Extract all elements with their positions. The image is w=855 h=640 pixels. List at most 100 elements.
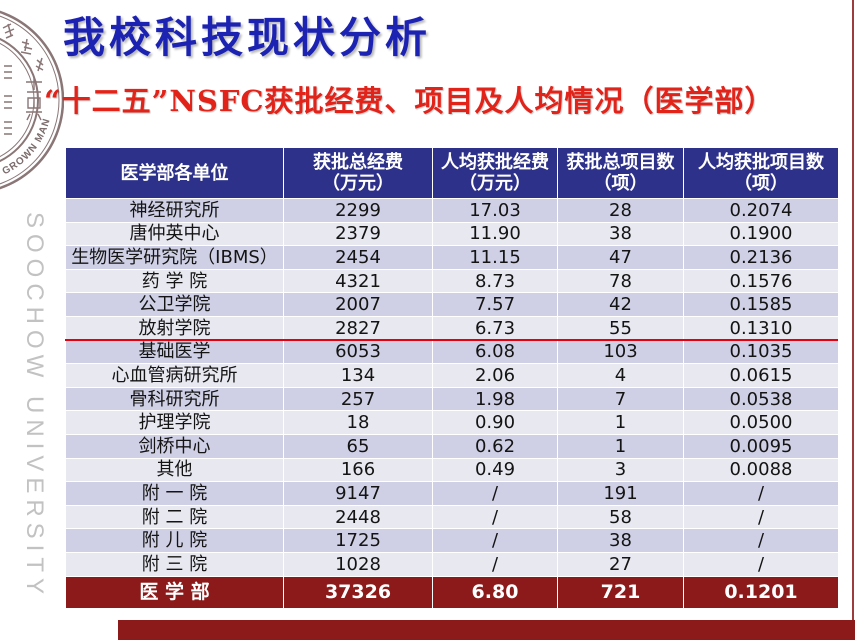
total-projects-cell: 3 bbox=[557, 457, 684, 483]
total-funding-cell: 9147 bbox=[283, 481, 433, 506]
table-row: 放射学院 2827 6.73 55 0.1310 bbox=[65, 315, 839, 341]
per-capita-funding-cell: 0.90 bbox=[432, 410, 558, 435]
per-capita-funding-cell: 11.15 bbox=[432, 245, 558, 270]
column-header-unit-label: （万元） bbox=[322, 173, 394, 194]
unit-name-cell: 其他 bbox=[65, 457, 284, 483]
per-capita-projects-cell: / bbox=[683, 551, 839, 577]
total-projects-cell: 27 bbox=[557, 551, 684, 577]
per-capita-projects-cell: 0.1576 bbox=[683, 268, 839, 294]
total-projects-cell: 55 bbox=[557, 315, 684, 341]
unit-name-cell: 公卫学院 bbox=[65, 292, 284, 317]
column-header-label: 人均获批项目数 bbox=[698, 152, 824, 173]
column-header-label: 人均获批经费 bbox=[441, 152, 549, 173]
table-row: 骨科研究所 257 1.98 7 0.0538 bbox=[65, 386, 839, 412]
per-capita-funding-cell: 6.08 bbox=[432, 339, 558, 365]
per-capita-funding-cell: 2.06 bbox=[432, 363, 558, 388]
total-funding-cell: 1725 bbox=[283, 528, 433, 553]
per-capita-funding-cell: / bbox=[432, 504, 558, 530]
total-projects-cell: 28 bbox=[557, 198, 684, 223]
column-header-unit-label: （项） bbox=[593, 173, 648, 194]
per-capita-funding-cell: / bbox=[432, 528, 558, 553]
total-projects-cell: 7 bbox=[557, 386, 684, 412]
unit-name-cell: 剑桥中心 bbox=[65, 433, 284, 459]
total-funding-cell: 257 bbox=[283, 386, 433, 412]
table-row: 心血管病研究所 134 2.06 4 0.0615 bbox=[65, 363, 839, 388]
per-capita-projects-cell: 0.2074 bbox=[683, 198, 839, 223]
unit-name-cell: 附 儿 院 bbox=[65, 528, 284, 553]
table-row: 附 儿 院 1725 / 38 / bbox=[65, 528, 839, 553]
right-edge-line bbox=[852, 0, 854, 620]
per-capita-projects-cell: 0.0095 bbox=[683, 433, 839, 459]
table-row: 唐仲英中心 2379 11.90 38 0.1900 bbox=[65, 221, 839, 247]
table-row: 剑桥中心 65 0.62 1 0.0095 bbox=[65, 433, 839, 459]
unit-name-cell: 心血管病研究所 bbox=[65, 363, 284, 388]
total-funding-cell: 6053 bbox=[283, 339, 433, 365]
total-funding-cell: 1028 bbox=[283, 551, 433, 577]
column-header-per-capita-funding: 人均获批经费 （万元） bbox=[432, 147, 558, 199]
logo-emblem-mark bbox=[4, 65, 42, 135]
table-row: 药 学 院 4321 8.73 78 0.1576 bbox=[65, 268, 839, 294]
per-capita-funding-cell: 17.03 bbox=[432, 198, 558, 223]
per-capita-funding-cell: 11.90 bbox=[432, 221, 558, 247]
total-projects-cell: 58 bbox=[557, 504, 684, 530]
total-funding-cell: 2448 bbox=[283, 504, 433, 530]
total-projects-cell: 1 bbox=[557, 410, 684, 435]
unit-name-cell: 放射学院 bbox=[65, 315, 284, 341]
unit-name-cell: 神经研究所 bbox=[65, 198, 284, 223]
total-projects-cell: 78 bbox=[557, 268, 684, 294]
per-capita-funding-cell: 1.98 bbox=[432, 386, 558, 412]
table-row: 护理学院 18 0.90 1 0.0500 bbox=[65, 410, 839, 435]
total-funding-cell: 18 bbox=[283, 410, 433, 435]
total-funding-cell: 2007 bbox=[283, 292, 433, 317]
total-projects-cell: 1 bbox=[557, 433, 684, 459]
total-funding-cell: 65 bbox=[283, 433, 433, 459]
table-row: 附 二 院 2448 / 58 / bbox=[65, 504, 839, 530]
per-capita-projects-cell: 0.1585 bbox=[683, 292, 839, 317]
total-projects-cell: 47 bbox=[557, 245, 684, 270]
per-capita-projects-cell: 0.0500 bbox=[683, 410, 839, 435]
total-funding-cell: 2299 bbox=[283, 198, 433, 223]
total-funding-cell: 2454 bbox=[283, 245, 433, 270]
column-header-label: 医学部各单位 bbox=[120, 162, 229, 184]
per-capita-projects-cell: 0.1035 bbox=[683, 339, 839, 365]
footer-accent-bar bbox=[118, 620, 855, 640]
total-projects-cell: 38 bbox=[557, 528, 684, 553]
column-header-unit-label: （项） bbox=[734, 173, 788, 194]
page-title: 我校科技现状分析 bbox=[63, 13, 432, 62]
unit-name-cell: 附 三 院 bbox=[65, 551, 284, 577]
table-row: 其他 166 0.49 3 0.0088 bbox=[65, 457, 839, 483]
red-divider-line bbox=[65, 339, 838, 342]
nsfc-medical-table: 医学部各单位 获批总经费 （万元） 人均获批经费 （万元） 获批总项目数 （项）… bbox=[65, 147, 839, 609]
total-projects-cell: 191 bbox=[557, 481, 684, 506]
column-header-per-capita-projects: 人均获批项目数 （项） bbox=[683, 147, 839, 199]
table-row: 附 三 院 1028 / 27 / bbox=[65, 551, 839, 577]
table-row: 附 一 院 9147 / 191 / bbox=[65, 481, 839, 506]
per-capita-funding-cell: / bbox=[432, 481, 558, 506]
total-projects-cell: 42 bbox=[557, 292, 684, 317]
total-funding-cell: 37326 bbox=[283, 575, 433, 609]
per-capita-funding-cell: 6.80 bbox=[432, 575, 558, 609]
column-header-label: 获批总项目数 bbox=[566, 152, 675, 173]
unit-name-cell: 生物医学研究院（IBMS） bbox=[65, 245, 284, 270]
table-row: 公卫学院 2007 7.57 42 0.1585 bbox=[65, 292, 839, 317]
column-header-unit: 医学部各单位 bbox=[65, 147, 284, 199]
total-projects-cell: 38 bbox=[557, 221, 684, 247]
table-row: 神经研究所 2299 17.03 28 0.2074 bbox=[65, 198, 839, 223]
per-capita-projects-cell: 0.0088 bbox=[683, 457, 839, 483]
total-projects-cell: 4 bbox=[557, 363, 684, 388]
total-funding-cell: 2379 bbox=[283, 221, 433, 247]
page-subtitle: “十二五”NSFC获批经费、项目及人均情况（医学部） bbox=[44, 84, 775, 118]
per-capita-funding-cell: 0.49 bbox=[432, 457, 558, 483]
per-capita-funding-cell: / bbox=[432, 551, 558, 577]
per-capita-funding-cell: 0.62 bbox=[432, 433, 558, 459]
per-capita-projects-cell: / bbox=[683, 528, 839, 553]
table-header-row: 医学部各单位 获批总经费 （万元） 人均获批经费 （万元） 获批总项目数 （项）… bbox=[65, 147, 839, 199]
per-capita-projects-cell: 0.0538 bbox=[683, 386, 839, 412]
per-capita-funding-cell: 8.73 bbox=[432, 268, 558, 294]
total-funding-cell: 4321 bbox=[283, 268, 433, 294]
total-label-cell: 医 学 部 bbox=[65, 575, 284, 609]
unit-name-cell: 护理学院 bbox=[65, 410, 284, 435]
university-watermark-text: SOOCHOW UNIVERSITY bbox=[21, 212, 48, 601]
unit-name-cell: 唐仲英中心 bbox=[65, 221, 284, 247]
column-header-total-projects: 获批总项目数 （项） bbox=[557, 147, 684, 199]
